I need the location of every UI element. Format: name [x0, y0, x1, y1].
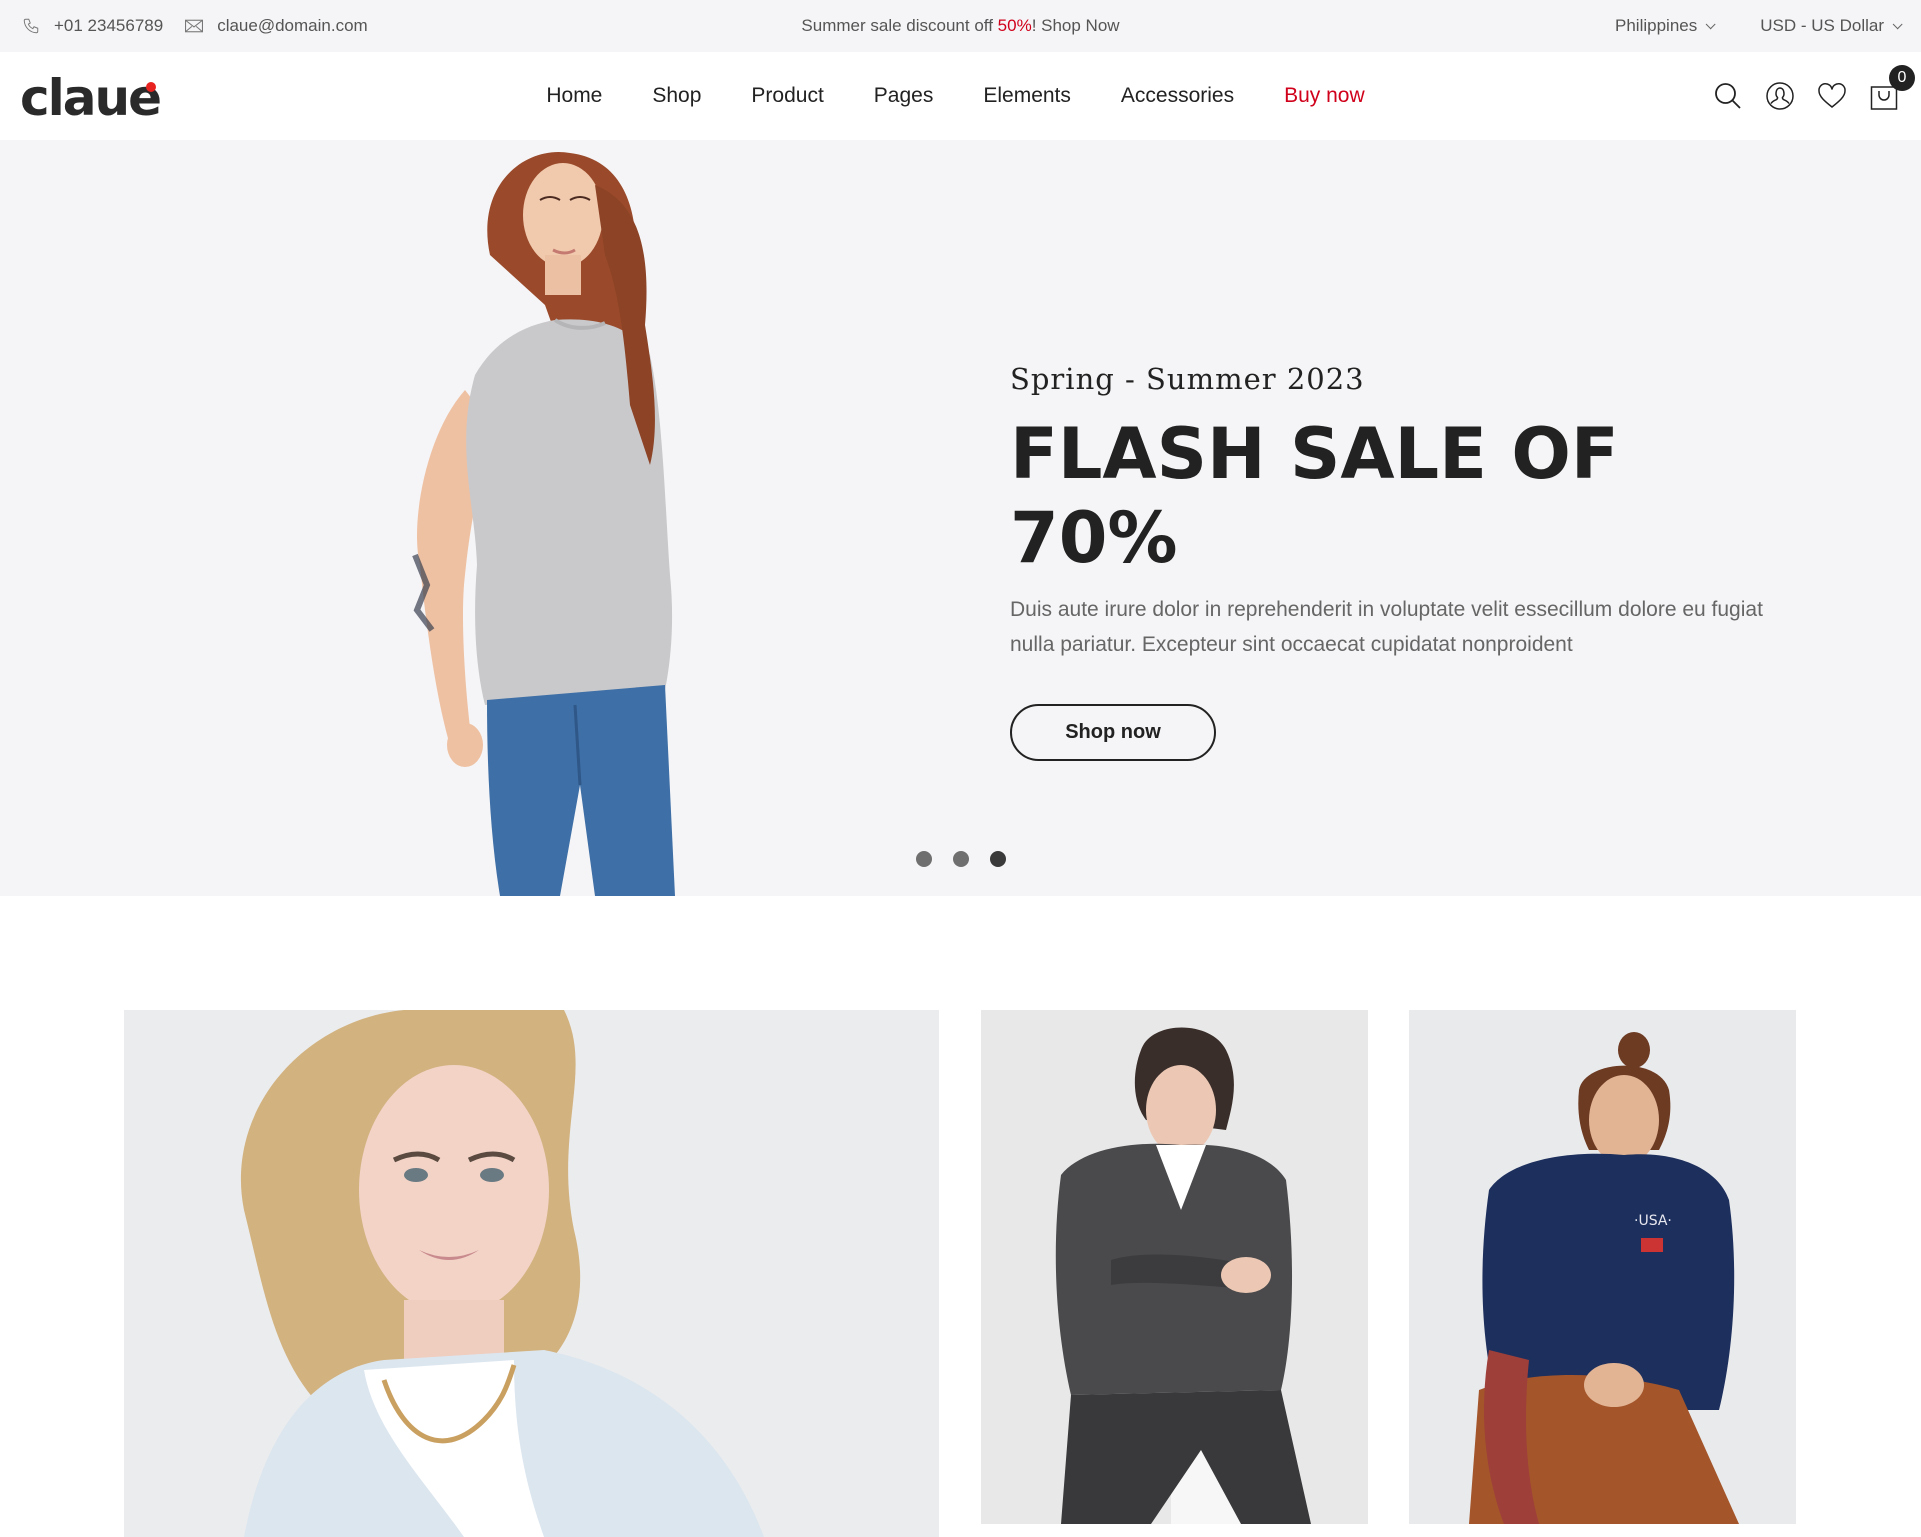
nav-item-buy-now[interactable]: Buy now: [1284, 84, 1365, 108]
shop-now-button[interactable]: Shop now: [1010, 704, 1216, 761]
nav-item-elements[interactable]: Elements: [983, 84, 1071, 108]
hero-description: Duis aute irure dolor in reprehenderit i…: [1010, 598, 1763, 656]
chevron-down-icon: [1892, 18, 1903, 29]
locale-selectors: Philippines USD - US Dollar: [1567, 0, 1903, 52]
nav-item-product[interactable]: Product: [751, 84, 823, 108]
country-selector[interactable]: Philippines: [1615, 16, 1716, 36]
promo-discount: 50%: [997, 16, 1032, 35]
currency-value: USD - US Dollar: [1760, 16, 1884, 35]
mail-icon: [185, 19, 204, 33]
email-contact[interactable]: claue@domain.com: [185, 16, 368, 36]
hero-slider: Spring - Summer 2023 FLASH SALE OF 70% D…: [0, 140, 1921, 896]
wishlist-button[interactable]: [1817, 81, 1847, 111]
slider-pagination: [0, 851, 1921, 867]
logo[interactable]: claue: [20, 68, 162, 128]
hero-subtitle: Spring - Summer 2023: [1010, 362, 1365, 396]
header-icons: 0: [1691, 52, 1915, 140]
banner-women[interactable]: ·USA·: [1409, 1010, 1796, 1524]
user-icon: [1766, 82, 1794, 110]
main-header: claue Home Shop Product Pages Elements Access…: [0, 52, 1921, 140]
email-address: claue@domain.com: [217, 16, 368, 35]
contact-info: +01 23456789 claue@domain.com: [22, 0, 390, 52]
promo-link[interactable]: Summer sale discount off 50%! Shop Now: [801, 16, 1119, 36]
hero-content: Spring - Summer 2023 FLASH SALE OF 70% D…: [1010, 362, 1810, 761]
logo-dot: [146, 82, 156, 92]
slider-dot-1[interactable]: [915, 851, 932, 867]
country-value: Philippines: [1615, 16, 1698, 35]
main-nav: Home Shop Product Pages Elements Accessories B…: [0, 52, 1921, 140]
cart-count-badge: 0: [1889, 65, 1915, 91]
search-button[interactable]: [1713, 81, 1743, 111]
promo-cta: ! Shop Now: [1031, 16, 1120, 35]
chevron-down-icon: [1705, 18, 1716, 29]
promo-text: Summer sale discount off: [801, 16, 998, 35]
search-icon: [1715, 83, 1741, 109]
slider-dot-3[interactable]: [989, 851, 1006, 867]
banner-image-man-denim: [981, 1010, 1368, 1524]
nav-list: Home Shop Product Pages Elements Accessories B…: [521, 84, 1389, 108]
banner-image-woman-sweatshirt: ·USA·: [1409, 1010, 1796, 1524]
nav-item-home[interactable]: Home: [546, 84, 602, 108]
banner-large[interactable]: [124, 1010, 939, 1537]
top-bar: +01 23456789 claue@domain.com Summer sal…: [0, 0, 1921, 52]
cart-button[interactable]: 0: [1869, 65, 1915, 111]
phone-contact[interactable]: +01 23456789: [22, 16, 163, 36]
nav-item-accessories[interactable]: Accessories: [1121, 84, 1234, 108]
heart-icon: [1818, 83, 1846, 108]
phone-icon: [23, 18, 39, 34]
banner-men[interactable]: [981, 1010, 1368, 1524]
hero-model-image: [412, 151, 675, 896]
nav-item-pages[interactable]: Pages: [874, 84, 934, 108]
nav-item-shop[interactable]: Shop: [652, 84, 701, 108]
slider-dot-2[interactable]: [952, 851, 969, 867]
currency-selector[interactable]: USD - US Dollar: [1760, 16, 1903, 36]
banner-image-woman-blonde: [124, 1010, 939, 1537]
phone-number: +01 23456789: [54, 16, 164, 35]
usa-logo-text: ·USA·: [1634, 1213, 1672, 1229]
hero-title: FLASH SALE OF 70%: [1010, 413, 1619, 579]
account-button[interactable]: [1765, 81, 1795, 111]
